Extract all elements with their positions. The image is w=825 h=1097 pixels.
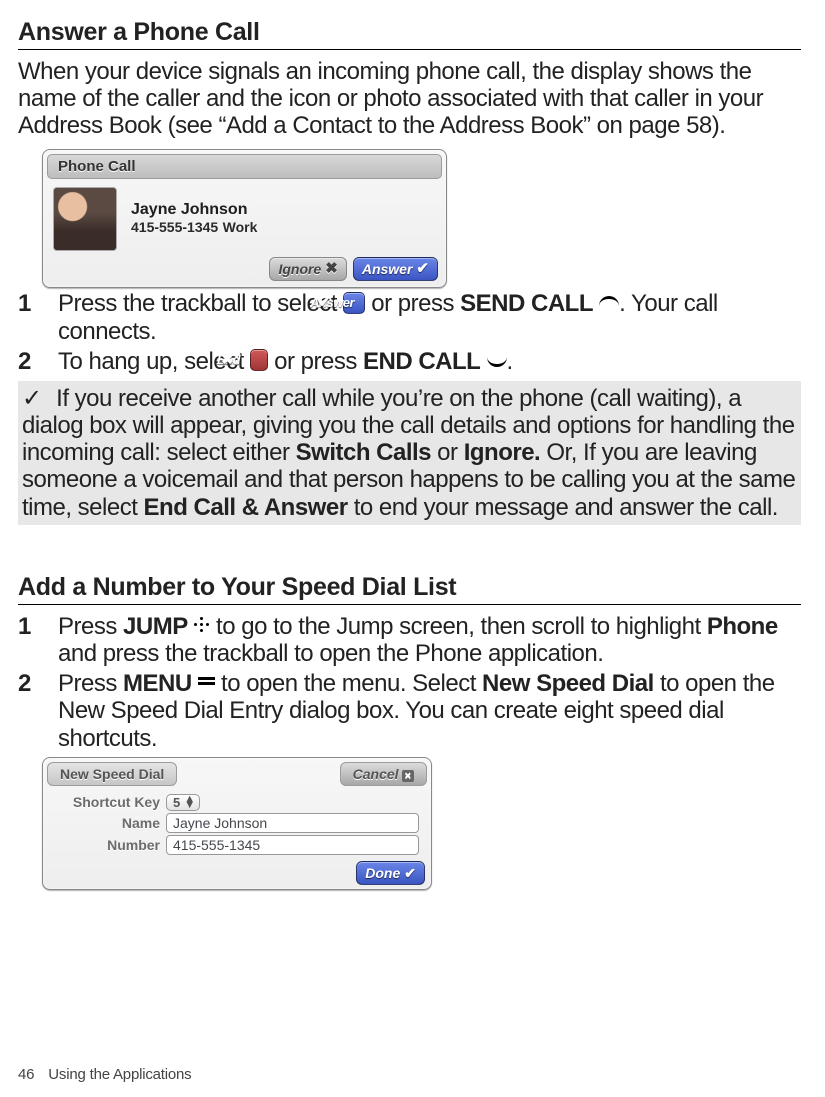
dialog-titlebar: Phone Call — [47, 154, 442, 179]
step-1: 1 Press JUMP to go to the Jump screen, th… — [18, 613, 801, 668]
close-icon: × — [402, 770, 414, 782]
avatar — [53, 187, 117, 251]
step-text: . — [507, 348, 513, 375]
send-call-label: SEND CALL — [460, 290, 593, 317]
step-text: or press — [365, 290, 460, 317]
jump-label: JUMP — [123, 613, 188, 640]
menu-label: MENU — [123, 670, 192, 697]
name-row: Name Jayne Johnson — [55, 813, 419, 833]
stepper-arrows-icon: ▲▼ — [184, 796, 195, 808]
menu-icon — [198, 677, 215, 687]
done-button[interactable]: Done ✔ — [356, 861, 425, 885]
button-label: Cancel — [353, 766, 399, 782]
step-text: and press the trackball to open the Phon… — [58, 640, 603, 667]
section-title-speed-dial: Add a Number to Your Speed Dial List — [18, 573, 801, 605]
step-text: Press — [58, 613, 123, 640]
shortcut-key-row: Shortcut Key 5 ▲▼ — [55, 794, 419, 811]
check-icon: ✓ — [22, 385, 50, 412]
new-speed-dial-label: New Speed Dial — [482, 670, 654, 697]
name-label: Name — [55, 815, 160, 831]
send-call-icon — [599, 296, 619, 310]
button-label: Answer — [350, 294, 354, 312]
button-label: Done — [365, 864, 400, 882]
step-text: to open the menu. Select — [215, 670, 482, 697]
intro-paragraph: When your device signals an incoming pho… — [18, 58, 801, 139]
check-icon: ✔ — [416, 260, 429, 278]
step-number: 1 — [18, 613, 48, 641]
end-inline-button[interactable]: End✖ — [250, 349, 268, 371]
number-label: Number — [55, 837, 160, 853]
name-field[interactable]: Jayne Johnson — [166, 813, 419, 833]
step-number: 2 — [18, 670, 48, 698]
chapter-name: Using the Applications — [48, 1066, 191, 1083]
caller-number: 415-555-1345 — [131, 219, 218, 235]
shortcut-key-select[interactable]: 5 ▲▼ — [166, 794, 200, 811]
step-text: Press the trackball to select — [58, 290, 343, 317]
jump-icon — [194, 617, 210, 633]
step-2: 2 Press MENU to open the menu. Select New… — [18, 670, 801, 753]
step-text: to go to the Jump screen, then scroll to… — [210, 613, 707, 640]
cancel-button[interactable]: Cancel× — [340, 762, 427, 786]
phone-app-label: Phone — [707, 613, 778, 640]
caller-name: Jayne Johnson — [131, 201, 257, 219]
switch-calls-label: Switch Calls — [296, 439, 431, 466]
end-and-answer-label: End Call & Answer — [144, 494, 348, 521]
page-footer: 46 Using the Applications — [18, 1066, 192, 1083]
check-icon: ✔ — [404, 864, 416, 882]
phone-call-dialog: Phone Call Jayne Johnson 415-555-1345 Wo… — [42, 149, 447, 288]
step-text: Press — [58, 670, 123, 697]
select-value: 5 — [173, 795, 180, 810]
speed-dial-dialog: New Speed Dial Cancel× Shortcut Key 5 ▲▼… — [42, 757, 432, 890]
number-field[interactable]: 415-555-1345 — [166, 835, 419, 855]
step-1: 1 Press the trackball to select Answer✔ o… — [18, 290, 801, 345]
step-2: 2To hang up, select End✖ or press END CA… — [18, 348, 801, 376]
answer-inline-button[interactable]: Answer✔ — [343, 292, 365, 314]
ignore-label: Ignore. — [464, 439, 541, 466]
end-call-label: END CALL — [363, 348, 480, 375]
answer-button[interactable]: Answer ✔ — [353, 257, 438, 281]
button-label: Ignore — [278, 260, 321, 278]
end-call-icon — [487, 353, 507, 367]
step-number: 1 — [18, 290, 48, 318]
page-number: 46 — [18, 1066, 34, 1083]
tip-note: ✓ If you receive another call while you’… — [18, 381, 801, 525]
tip-text: to end your message and answer the call. — [348, 494, 778, 521]
tip-text: or — [431, 439, 464, 466]
number-row: Number 415-555-1345 — [55, 835, 419, 855]
button-label: Answer — [362, 260, 413, 278]
section-title-answer-call: Answer a Phone Call — [18, 18, 801, 50]
shortcut-key-label: Shortcut Key — [55, 794, 160, 810]
ignore-button[interactable]: Ignore ✖ — [269, 257, 346, 281]
step-text: or press — [268, 348, 363, 375]
hangup-icon: ✖ — [325, 260, 338, 278]
step-number: 2 — [18, 348, 48, 376]
dialog-tab: New Speed Dial — [47, 762, 177, 786]
caller-number-label: Work — [223, 219, 258, 235]
